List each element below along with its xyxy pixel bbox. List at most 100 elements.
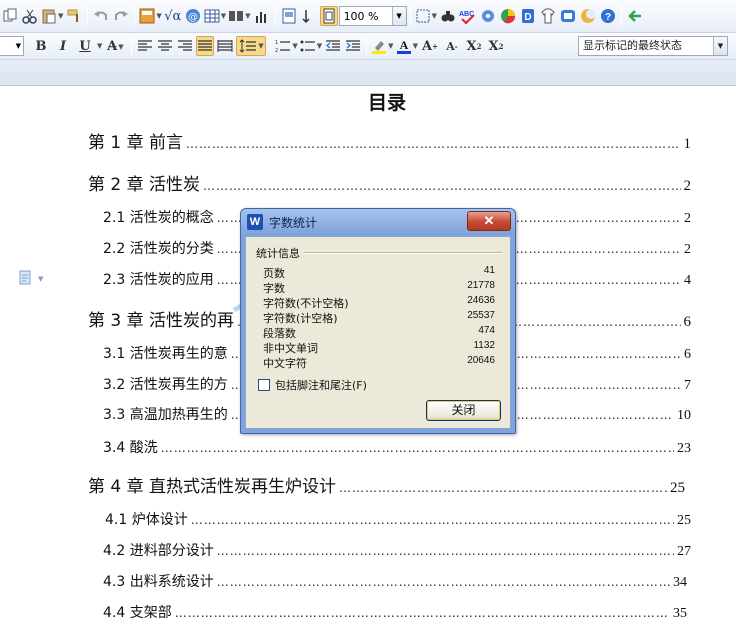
toc-entry[interactable]: 4.3 出料系统设计………………………………………………………………………………… <box>103 571 687 591</box>
stat-label: 字符数(计空格) <box>263 312 338 325</box>
font-color-icon[interactable]: A ▼ <box>396 36 418 56</box>
stat-row: 字符数(计空格) 25537 <box>263 310 495 325</box>
stat-row: 非中文单词 1132 <box>263 340 495 355</box>
word-count-dialog: W 字数统计 ✕ 统计信息 页数 41 字数 21778 字符数(不计空格) 2463… <box>240 208 516 434</box>
stat-row: 页数 41 <box>263 265 495 280</box>
text-effect-button[interactable]: A̶ ▼ <box>103 36 127 56</box>
close-button[interactable]: 关闭 <box>426 400 501 421</box>
toolbar-separator <box>409 6 411 26</box>
toc-entry-page: 25 <box>670 480 685 496</box>
dialog-body: 统计信息 页数 41 字数 21778 字符数(不计空格) 24636 字符数(计空格… <box>245 236 511 429</box>
align-left-icon[interactable] <box>136 36 154 56</box>
chart-icon[interactable] <box>253 6 271 26</box>
svg-text:2: 2 <box>275 48 278 53</box>
markup-display-value: 显示标记的最终状态 <box>583 39 682 52</box>
markup-display-select[interactable]: 显示标记的最终状态 ▼ <box>578 36 728 56</box>
shirt-icon[interactable] <box>539 6 557 26</box>
align-right-icon[interactable] <box>176 36 194 56</box>
stat-value: 20646 <box>467 355 495 366</box>
toc-entry[interactable]: 第 4 章 直热式活性炭再生炉设计……………………………………………………………… <box>88 472 685 497</box>
toc-leader: ………………………………………………………………………………………………………… <box>216 575 670 589</box>
formula-icon[interactable]: √α <box>164 6 182 26</box>
subscript-button[interactable]: X2 <box>486 36 506 56</box>
shrink-font-button[interactable]: A- <box>442 36 462 56</box>
toc-entry[interactable]: 第 1 章 前言……………………………………………………………………………………… <box>88 128 691 153</box>
include-footnotes-checkbox[interactable] <box>258 379 270 391</box>
calculator-icon[interactable]: ▼ <box>139 6 162 26</box>
toc-entry[interactable]: 第 2 章 活性炭…………………………………………………………………………………… <box>88 170 691 195</box>
stat-label: 页数 <box>263 267 285 280</box>
distribute-icon[interactable] <box>216 36 234 56</box>
cut-icon[interactable] <box>21 6 39 26</box>
toc-entry-label: 3.2 活性炭再生的方 <box>103 377 228 393</box>
toc-entry[interactable]: 4.4 支架部………………………………………………………………………………………… <box>103 602 687 622</box>
paragraph-marker-icon[interactable]: ▼ <box>18 270 48 286</box>
italic-button[interactable]: I <box>53 36 73 56</box>
format-painter-icon[interactable] <box>65 6 83 26</box>
word-processor-window: ▼ ▼ √α @ ▼ ▼ 100 % ▼ ▼ ABC D ? ▼ B I U ▼… <box>0 0 736 626</box>
stat-value: 41 <box>483 265 495 276</box>
text-direction-icon[interactable] <box>300 6 318 26</box>
toc-entry-page: 2 <box>684 242 691 257</box>
moon-icon[interactable] <box>579 6 597 26</box>
bullets-icon[interactable]: ▼ <box>300 36 322 56</box>
toc-entry[interactable]: 4.2 进料部分设计………………………………………………………………………………… <box>103 540 691 560</box>
table-icon[interactable]: ▼ <box>204 6 226 26</box>
browser-icon[interactable] <box>499 6 517 26</box>
help-icon[interactable]: ? <box>599 6 617 26</box>
symbol-icon[interactable]: @ <box>184 6 202 26</box>
close-icon[interactable]: ✕ <box>467 211 511 231</box>
toc-entry-label: 第 3 章 活性炭的再 <box>88 311 235 331</box>
spellcheck-icon[interactable]: ABC <box>459 6 477 26</box>
decrease-indent-icon[interactable] <box>324 36 342 56</box>
toc-leader: ………………………………………………………………………………………………………… <box>216 544 674 558</box>
bold-button[interactable]: B <box>31 36 51 56</box>
toc-entry-label: 4.1 炉体设计 <box>105 512 188 528</box>
align-center-icon[interactable] <box>156 36 174 56</box>
chevron-down-icon: ▼ <box>713 37 727 55</box>
page-view-icon[interactable] <box>319 6 338 26</box>
document-tool-icon[interactable]: D <box>519 6 537 26</box>
template-icon[interactable] <box>559 6 577 26</box>
toc-entry-label: 第 1 章 前言 <box>88 133 184 153</box>
highlight-icon[interactable]: ▼ <box>371 36 394 56</box>
toc-entry-label: 3.3 高温加热再生的 <box>103 407 228 423</box>
line-spacing-icon[interactable]: ▼ <box>236 36 267 56</box>
tools-icon[interactable] <box>479 6 497 26</box>
grow-font-button[interactable]: A + <box>420 36 440 56</box>
toolbar-separator <box>270 36 272 56</box>
include-footnotes-option[interactable]: 包括脚注和尾注(F) <box>258 377 367 393</box>
select-object-icon[interactable]: ▼ <box>415 6 437 26</box>
toc-leader: ………………………………………………………………………………………………………… <box>203 179 681 193</box>
font-size-select[interactable]: ▼ <box>0 36 24 56</box>
paste-icon[interactable]: ▼ <box>41 6 63 26</box>
toc-entry[interactable]: 3.4 酸洗…………………………………………………………………………………………… <box>103 437 691 457</box>
toc-entry-label: 2.3 活性炭的应用 <box>103 272 214 288</box>
toc-leader: ………………………………………………………………………………………………………… <box>174 606 670 620</box>
redo-icon[interactable] <box>112 6 130 26</box>
back-arrow-icon[interactable] <box>626 6 644 26</box>
justify-icon[interactable] <box>196 36 215 56</box>
increase-indent-icon[interactable] <box>344 36 362 56</box>
find-icon[interactable] <box>439 6 457 26</box>
zoom-select[interactable]: 100 % ▼ <box>338 6 407 26</box>
toc-entry-label: 4.3 出料系统设计 <box>103 574 214 590</box>
toc-entry[interactable]: 4.1 炉体设计……………………………………………………………………………………… <box>105 509 691 529</box>
dialog-title: 字数统计 <box>269 215 318 230</box>
columns-icon[interactable]: ▼ <box>228 6 251 26</box>
undo-icon[interactable] <box>92 6 110 26</box>
numbering-icon[interactable]: 1 2 ▼ <box>275 36 297 56</box>
copy-icon[interactable] <box>1 6 19 26</box>
stat-label: 非中文单词 <box>263 342 318 355</box>
toolbar-separator <box>134 6 136 26</box>
wps-writer-icon: W <box>247 214 263 230</box>
underline-button[interactable]: U <box>75 36 95 56</box>
svg-text:A: A <box>399 38 408 52</box>
group-label: 统计信息 <box>256 245 304 261</box>
toc-entry-label: 2.1 活性炭的概念 <box>103 210 214 226</box>
stat-label: 字数 <box>263 282 285 295</box>
frame-icon[interactable] <box>280 6 298 26</box>
dialog-titlebar[interactable]: W 字数统计 ✕ <box>241 209 515 235</box>
superscript-button[interactable]: X2 <box>464 36 484 56</box>
stat-value: 21778 <box>467 280 495 291</box>
